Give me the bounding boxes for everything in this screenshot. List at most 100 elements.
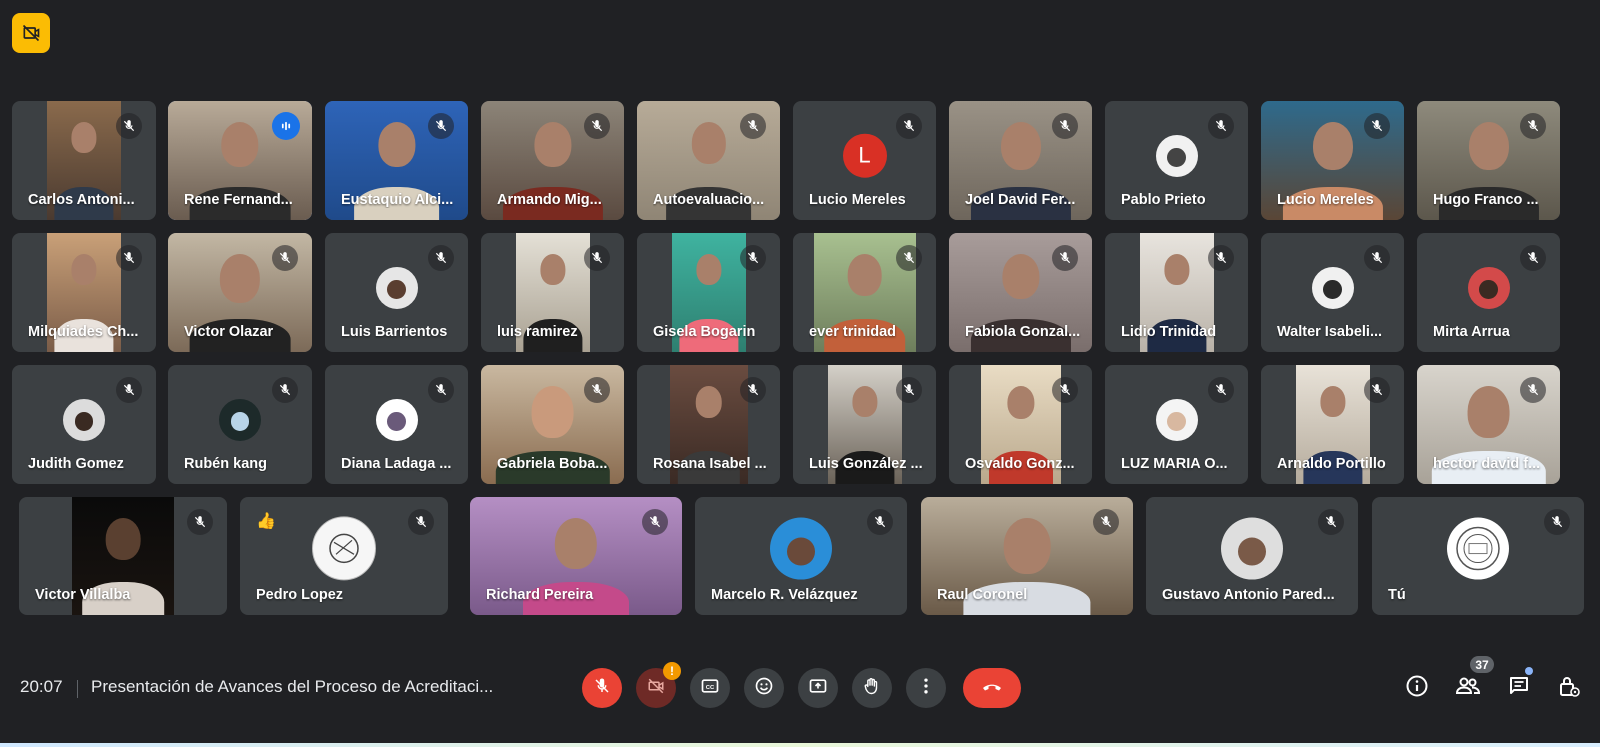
participant-tile[interactable]: Judith Gomez [12, 365, 156, 484]
participant-name: Lucio Mereles [1277, 192, 1374, 208]
participant-name: LUZ MARIA O... [1121, 456, 1228, 472]
camera-toggle-button[interactable]: ! [636, 662, 681, 708]
participant-tile[interactable]: LUZ MARIA O... [1105, 365, 1248, 484]
participant-tile[interactable]: Walter Isabeli... [1261, 233, 1404, 352]
participant-tile[interactable]: ever trinidad [793, 233, 936, 352]
mic-off-icon [1208, 113, 1234, 139]
participant-name: Arnaldo Portillo [1277, 456, 1386, 472]
mic-off-icon [896, 113, 922, 139]
host-controls-button[interactable] [1554, 673, 1584, 703]
avatar [1155, 398, 1198, 441]
present-icon [808, 676, 828, 701]
avatar [1467, 266, 1510, 309]
participant-tile[interactable]: Rosana Isabel ... [637, 365, 780, 484]
participant-name: Fabiola Gonzal... [965, 324, 1081, 340]
participant-tile[interactable]: Osvaldo Gonz... [949, 365, 1092, 484]
captions-button[interactable]: CC [690, 668, 730, 708]
participant-name: Luis Barrientos [341, 324, 448, 340]
participant-tile[interactable]: L Lucio Mereles [793, 101, 936, 220]
people-icon [1455, 674, 1481, 703]
mic-off-icon [1520, 245, 1546, 271]
participant-tile[interactable]: Luis González ... [793, 365, 936, 484]
mic-off-icon [1520, 113, 1546, 139]
participant-tile[interactable]: Gisela Bogarin [637, 233, 780, 352]
participant-tile[interactable]: Pablo Prieto [1105, 101, 1248, 220]
mic-off-icon [584, 245, 610, 271]
participant-tile[interactable]: Milquiades Ch... [12, 233, 156, 352]
more-options-button[interactable] [906, 668, 946, 708]
participant-tile[interactable]: 👍 Pedro Lopez [240, 497, 448, 615]
participant-tile[interactable]: luis ramirez [481, 233, 624, 352]
divider [77, 680, 78, 698]
participant-tile[interactable]: Rene Fernand... [168, 101, 312, 220]
unread-dot [1525, 667, 1533, 675]
more-options-icon [916, 676, 936, 701]
mic-off-icon [584, 377, 610, 403]
meeting-details-button[interactable] [1402, 673, 1432, 703]
avatar [1221, 517, 1283, 580]
emoji-icon [754, 676, 774, 701]
participant-tile[interactable]: Lidio Trinidad [1105, 233, 1248, 352]
mic-off-icon [1052, 113, 1078, 139]
participant-tile[interactable]: Hugo Franco ... [1417, 101, 1560, 220]
present-button[interactable] [798, 668, 838, 708]
raise-hand-button[interactable] [852, 668, 892, 708]
camera-off-icon [647, 677, 665, 700]
participant-name: Richard Pereira [486, 587, 594, 603]
self-tile[interactable]: Tú [1372, 497, 1584, 615]
participant-tile[interactable]: Richard Pereira [470, 497, 682, 615]
reactions-button[interactable] [744, 668, 784, 708]
participant-tile[interactable]: Raul Coronel [921, 497, 1133, 615]
participant-tile[interactable]: Victor Olazar [168, 233, 312, 352]
participant-tile[interactable]: Autoevaluacio... [637, 101, 780, 220]
participant-tile[interactable]: Marcelo R. Velázquez [695, 497, 907, 615]
mic-off-icon [1208, 377, 1234, 403]
participant-tile[interactable]: Victor Villalba [19, 497, 227, 615]
mic-off-icon [896, 245, 922, 271]
mic-off-icon [116, 113, 142, 139]
participant-tile[interactable]: Armando Mig... [481, 101, 624, 220]
avatar [1311, 266, 1354, 309]
participant-tile[interactable]: Arnaldo Portillo [1261, 365, 1404, 484]
avatar [63, 398, 105, 441]
participant-tile[interactable]: Joel David Fer... [949, 101, 1092, 220]
avatar [219, 398, 261, 441]
svg-text:CC: CC [706, 684, 715, 690]
end-call-icon [980, 674, 1004, 703]
avatar [770, 517, 832, 580]
bottom-edge-glow [0, 743, 1600, 747]
participant-tile[interactable]: Carlos Antoni... [12, 101, 156, 220]
mic-off-icon [272, 377, 298, 403]
mic-off-icon [867, 509, 893, 535]
participant-tile[interactable]: Diana Ladaga ... [325, 365, 468, 484]
participant-name: Marcelo R. Velázquez [711, 587, 858, 603]
participant-name: Tú [1388, 587, 1406, 603]
participant-name: Gabriela Boba... [497, 456, 608, 472]
participant-tile[interactable]: Lucio Mereles [1261, 101, 1404, 220]
participant-tile[interactable]: Eustaquio Alci... [325, 101, 468, 220]
chat-button[interactable] [1504, 673, 1534, 703]
avatar: L [842, 133, 887, 178]
participant-tile[interactable]: Gustavo Antonio Pared... [1146, 497, 1358, 615]
participant-name: Joel David Fer... [965, 192, 1076, 208]
mic-off-icon [1052, 245, 1078, 271]
avatar [1447, 517, 1509, 580]
participant-tile[interactable]: Luis Barrientos [325, 233, 468, 352]
info-icon [1405, 674, 1429, 703]
leave-call-button[interactable] [963, 668, 1021, 708]
participant-tile[interactable]: Fabiola Gonzal... [949, 233, 1092, 352]
meeting-title[interactable]: Presentación de Avances del Proceso de A… [91, 677, 493, 697]
mic-off-icon [1544, 509, 1570, 535]
participant-tile[interactable]: Gabriela Boba... [481, 365, 624, 484]
participant-tile[interactable]: Mirta Arrua [1417, 233, 1560, 352]
mic-off-icon [740, 377, 766, 403]
mic-toggle-button[interactable] [582, 668, 622, 708]
participant-name: hector david f... [1433, 456, 1541, 472]
participant-tile[interactable]: hector david f... [1417, 365, 1560, 484]
participant-tile[interactable]: Rubén kang [168, 365, 312, 484]
avatar [375, 398, 418, 441]
avatar [312, 516, 376, 581]
host-controls-icon [1557, 674, 1581, 703]
participant-name: Rene Fernand... [184, 192, 293, 208]
people-button[interactable] [1453, 673, 1483, 703]
